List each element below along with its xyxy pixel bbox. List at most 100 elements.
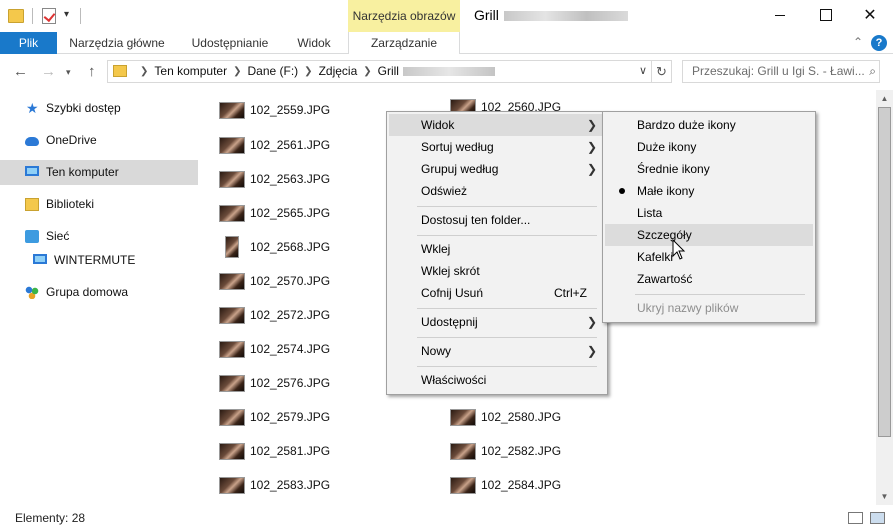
image-thumbnail [219,273,245,290]
file-name: 102_2572.JPG [250,308,331,322]
tab-file[interactable]: Plik [0,32,57,54]
details-view-icon[interactable] [848,512,863,524]
menu-item-undo[interactable]: Cofnij Usuń Ctrl+Z [389,282,605,304]
menu-item-content[interactable]: Zawartość [605,268,813,290]
image-thumbnail [450,477,476,494]
menu-item-properties[interactable]: Właściwości [389,369,605,391]
address-bar[interactable]: ❯ Ten komputer ❯ Dane (F:) ❯ Zdjęcia ❯ G… [107,60,652,83]
menu-separator [417,366,597,367]
menu-item-small-icons[interactable]: Małe ikony [605,180,813,202]
breadcrumb-item[interactable]: Grill [378,61,399,82]
redacted-title [504,11,628,21]
file-name: 102_2584.JPG [481,478,562,492]
menu-item-refresh[interactable]: Odśwież [389,180,605,202]
menu-item-view[interactable]: Widok ❯ [389,114,605,136]
star-icon: ★ [26,100,39,116]
collapse-ribbon-icon[interactable]: ⌃ [853,35,863,49]
sidebar-item-onedrive[interactable]: OneDrive [0,128,198,153]
sidebar-item-network[interactable]: Sieć [0,224,198,249]
menu-item-paste[interactable]: Wklej [389,238,605,260]
computer-icon [25,166,39,176]
chevron-right-icon[interactable]: ❯ [233,61,241,82]
chevron-right-icon[interactable]: ❯ [140,61,148,82]
image-thumbnail [219,375,245,392]
back-icon[interactable]: ← [13,63,28,80]
scroll-thumb[interactable] [878,107,891,437]
chevron-right-icon: ❯ [586,140,597,154]
menu-item-group[interactable]: Grupuj według ❯ [389,158,605,180]
breadcrumb-item[interactable]: Zdjęcia [319,61,358,82]
sidebar-item-quick-access[interactable]: ★ Szybki dostęp [0,96,198,121]
menu-item-tiles[interactable]: Kafelki [605,246,813,268]
minimize-button[interactable] [757,0,803,30]
vertical-scrollbar[interactable]: ▲ ▼ [876,90,893,505]
breadcrumb-item[interactable]: Ten komputer [154,61,227,82]
image-thumbnail [219,341,245,358]
sidebar-item-label: WINTERMUTE [54,253,136,267]
breadcrumb: ❯ Ten komputer ❯ Dane (F:) ❯ Zdjęcia ❯ G… [134,61,495,82]
file-name: 102_2570.JPG [250,274,331,288]
library-icon [25,198,39,211]
menu-item-extra-large-icons[interactable]: Bardzo duże ikony [605,114,813,136]
sidebar-item-wintermute[interactable]: WINTERMUTE [0,248,198,273]
sidebar-item-libraries[interactable]: Biblioteki [0,192,198,217]
file-name: 102_2561.JPG [250,138,331,152]
image-thumbnail [219,409,245,426]
sidebar-item-label: OneDrive [46,133,97,147]
menu-separator [417,308,597,309]
context-tab-header: Narzędzia obrazów [348,0,460,32]
folder-icon [113,65,127,77]
menu-item-paste-shortcut[interactable]: Wklej skrót [389,260,605,282]
image-thumbnail [219,137,245,154]
tab-manage[interactable]: Zarządzanie [348,32,460,54]
forward-icon[interactable]: → [41,63,56,80]
chevron-down-icon[interactable]: ∨ [639,64,647,77]
menu-item-new[interactable]: Nowy ❯ [389,340,605,362]
sidebar-item-homegroup[interactable]: Grupa domowa [0,280,198,305]
tab-view[interactable]: Widok [286,32,342,54]
refresh-icon[interactable]: ↻ [652,60,672,83]
menu-item-customize[interactable]: Dostosuj ten folder... [389,209,605,231]
file-name: 102_2568.JPG [250,240,331,254]
network-icon [25,230,39,243]
menu-item-sort[interactable]: Sortuj według ❯ [389,136,605,158]
maximize-button[interactable] [803,0,849,30]
chevron-down-icon[interactable]: ▾ [64,9,69,20]
breadcrumb-item[interactable]: Dane (F:) [247,61,298,82]
image-thumbnail [450,409,476,426]
file-name: 102_2565.JPG [250,206,331,220]
search-icon: ⌕ [869,61,876,82]
chevron-right-icon[interactable]: ❯ [363,61,371,82]
chevron-right-icon: ❯ [586,118,597,132]
menu-item-large-icons[interactable]: Duże ikony [605,136,813,158]
context-menu: Widok ❯ Sortuj według ❯ Grupuj według ❯ Odś… [386,111,608,395]
chevron-right-icon[interactable]: ❯ [304,61,312,82]
menu-item-details[interactable]: Szczegóły [605,224,813,246]
file-name: 102_2559.JPG [250,103,331,117]
tab-home[interactable]: Narzędzia główne [62,32,172,54]
menu-item-medium-icons[interactable]: Średnie ikony [605,158,813,180]
shortcut-label: Ctrl+Z [554,286,587,300]
menu-separator [635,294,805,295]
search-input[interactable]: Przeszukaj: Grill u Igi S. - Ławi... ⌕ [682,60,880,83]
separator [80,8,81,24]
sidebar-item-label: Biblioteki [46,197,95,211]
up-icon[interactable]: ↑ [88,63,96,80]
file-name: 102_2576.JPG [250,376,331,390]
menu-separator [417,206,597,207]
sidebar-item-this-pc[interactable]: Ten komputer [0,160,198,185]
file-name: 102_2563.JPG [250,172,331,186]
properties-icon[interactable] [42,8,56,24]
menu-item-list[interactable]: Lista [605,202,813,224]
chevron-right-icon: ❯ [586,344,597,358]
help-icon[interactable]: ? [871,35,887,51]
tab-share[interactable]: Udostępnianie [182,32,278,54]
view-submenu: Bardzo duże ikony Duże ikony Średnie iko… [602,111,816,323]
image-thumbnail [219,477,245,494]
scroll-up-icon[interactable]: ▲ [876,90,893,107]
scroll-down-icon[interactable]: ▼ [876,488,893,505]
close-button[interactable]: ✕ [847,0,893,30]
recent-locations-icon[interactable]: ▾ [66,67,71,78]
menu-item-share[interactable]: Udostępnij ❯ [389,311,605,333]
large-icons-view-icon[interactable] [870,512,885,524]
